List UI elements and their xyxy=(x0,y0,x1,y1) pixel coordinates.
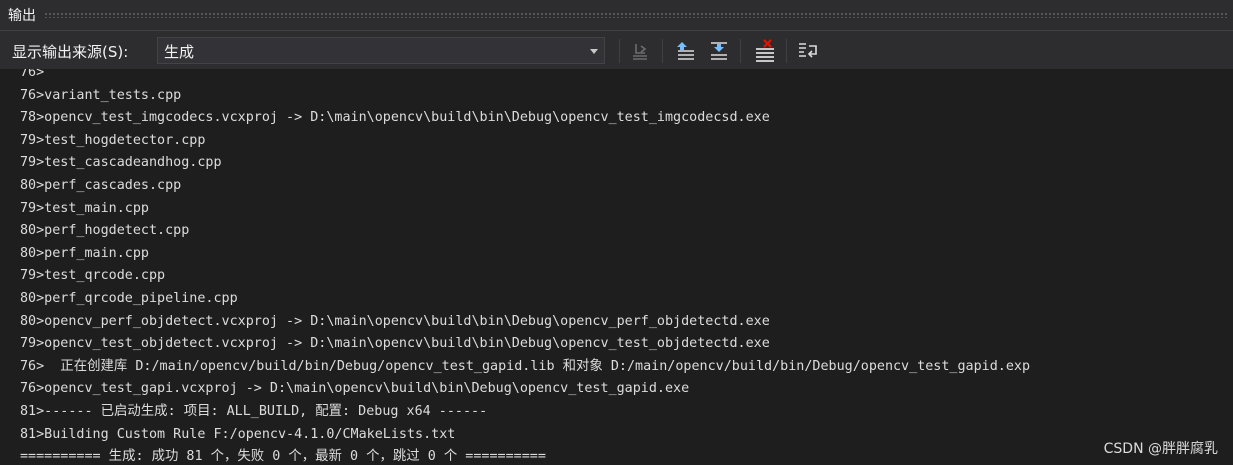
output-panel-titlebar[interactable]: 输出 xyxy=(0,0,1233,31)
output-line: 76> 正在创建库 D:/main/opencv/build/bin/Debug… xyxy=(20,358,1031,374)
output-line: 79>test_hogdetector.cpp xyxy=(20,132,206,148)
output-line: 80>perf_main.cpp xyxy=(20,245,149,261)
output-line: 78>opencv_test_imgcodecs.vcxproj -> D:\m… xyxy=(20,110,770,126)
output-source-value: 生成 xyxy=(164,43,195,61)
output-source-dropdown[interactable]: 生成 xyxy=(157,37,605,64)
toggle-word-wrap-icon xyxy=(799,43,817,58)
toolbar-separator xyxy=(662,39,663,63)
output-line: 79>test_qrcode.cpp xyxy=(20,268,166,284)
panel-drag-grip[interactable] xyxy=(44,12,1227,18)
toolbar-separator xyxy=(619,39,620,63)
toggle-word-wrap-button[interactable] xyxy=(796,38,822,64)
output-line: 76> xyxy=(20,69,287,80)
output-line: 79>test_cascadeandhog.cpp xyxy=(20,155,222,171)
watermark-text: CSDN @胖胖腐乳 xyxy=(1103,441,1218,457)
chevron-down-icon[interactable] xyxy=(590,49,598,54)
find-message-in-code-button[interactable] xyxy=(628,38,654,64)
output-line: 79>test_main.cpp xyxy=(20,200,149,216)
output-line: 76>variant_tests.cpp xyxy=(20,87,182,103)
toolbar-separator xyxy=(740,39,741,63)
next-message-button[interactable] xyxy=(706,38,732,64)
go-to-next-message-icon xyxy=(711,42,727,60)
output-line: 80>opencv_perf_objdetect.vcxproj -> D:\m… xyxy=(20,313,770,329)
go-to-previous-message-icon xyxy=(677,42,694,60)
output-toolbar: 显示输出来源(S): 生成 xyxy=(0,31,1233,69)
output-line: 80>perf_hogdetect.cpp xyxy=(20,223,190,239)
output-line: 76>opencv_test_gapi.vcxproj -> D:\main\o… xyxy=(20,381,690,397)
show-output-from-label: 显示输出来源(S): xyxy=(12,43,129,61)
output-line: 81>Building Custom Rule F:/opencv-4.1.0/… xyxy=(20,426,456,442)
output-text-area[interactable]: 76> 76>variant_tests.cpp 78>opencv_test_i… xyxy=(0,69,1233,465)
output-line: 79>opencv_test_objdetect.vcxproj -> D:\m… xyxy=(20,336,770,352)
clear-all-button[interactable] xyxy=(752,38,778,64)
find-message-in-code-icon xyxy=(633,44,647,60)
output-line: 80>perf_qrcode_pipeline.cpp xyxy=(20,290,238,306)
clear-all-icon xyxy=(756,39,774,62)
toolbar-separator xyxy=(786,39,787,63)
output-line: 81>------ 已启动生成: 项目: ALL_BUILD, 配置: Debu… xyxy=(20,403,488,419)
previous-message-button[interactable] xyxy=(673,38,699,64)
panel-title: 输出 xyxy=(8,8,36,24)
output-lines: 76> 76>variant_tests.cpp 78>opencv_test_i… xyxy=(20,69,1030,465)
output-line: ========== 生成: 成功 81 个，失败 0 个，最新 0 个，跳过 … xyxy=(20,449,546,465)
output-line: 80>perf_cascades.cpp xyxy=(20,177,182,193)
